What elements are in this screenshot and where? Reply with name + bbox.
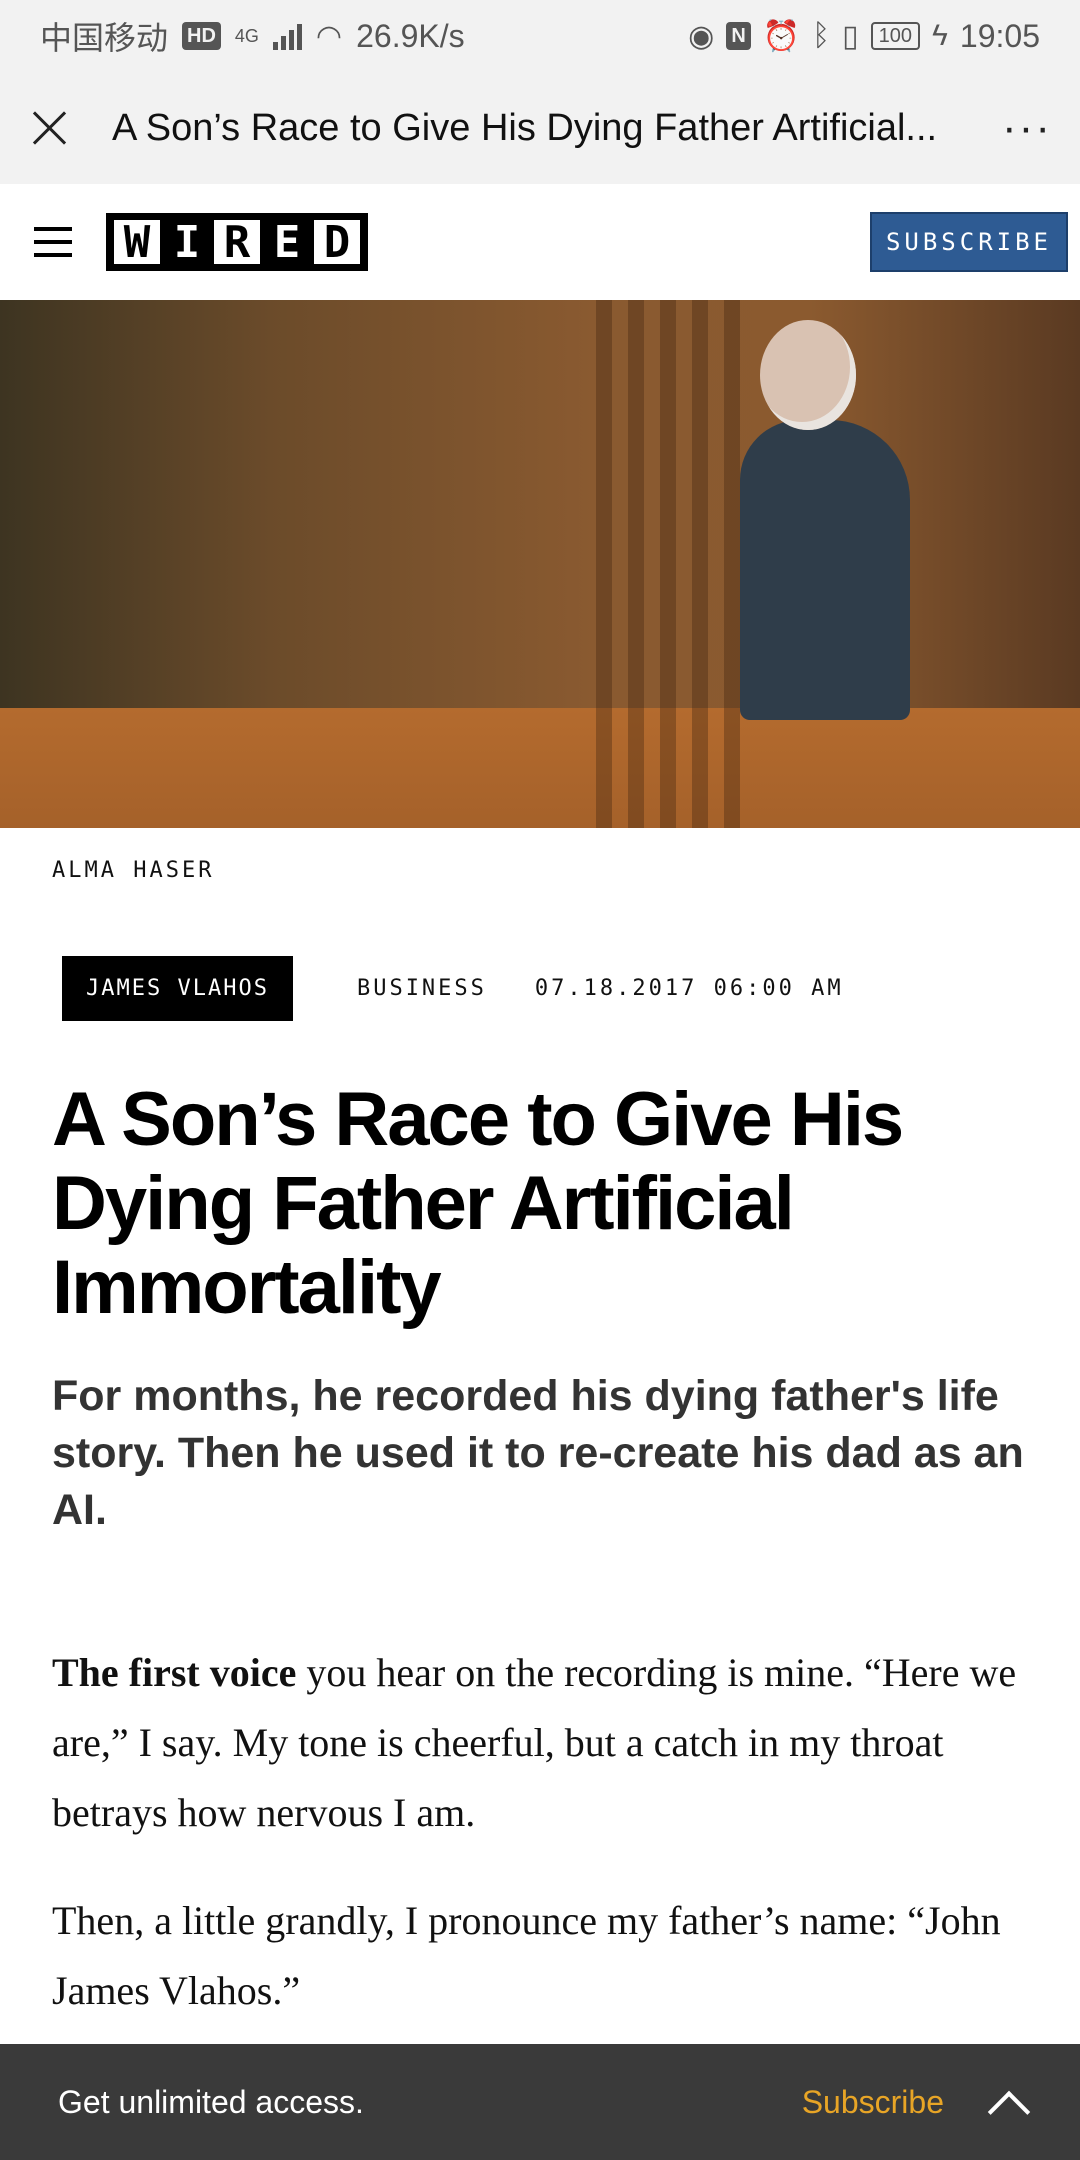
publish-date: 07.18.2017 06:00 AM bbox=[534, 976, 844, 1001]
wifi-icon: ◠ bbox=[315, 19, 343, 53]
status-bar: 中国移动 HD 4G ◠ 26.9K/s ◉ N ⏰ ᛒ ▯ 100 ϟ 19:… bbox=[0, 0, 1080, 72]
man-head bbox=[760, 320, 856, 430]
paywall-subscribe-link[interactable]: Subscribe bbox=[802, 2084, 944, 2121]
page-title: A Son’s Race to Give His Dying Father Ar… bbox=[112, 106, 938, 149]
logo-letter: W bbox=[114, 217, 160, 268]
vibrate-icon: ▯ bbox=[842, 19, 859, 53]
article-paragraph: Then, a little grandly, I pronounce my f… bbox=[52, 1898, 1001, 2013]
clock: 19:05 bbox=[959, 17, 1040, 54]
signal-icon bbox=[272, 22, 302, 50]
category-link[interactable]: BUSINESS bbox=[357, 976, 487, 1001]
chevron-up-icon[interactable] bbox=[988, 2085, 1022, 2119]
logo-letter: E bbox=[264, 217, 310, 268]
logo-letter: D bbox=[314, 217, 360, 268]
article-dek: For months, he recorded his dying father… bbox=[52, 1372, 1024, 1534]
nfc-icon: N bbox=[726, 22, 751, 50]
battery-icon: 100 bbox=[870, 22, 921, 50]
man-figure bbox=[740, 420, 910, 720]
hero-image bbox=[0, 300, 1080, 828]
site-header: W I R E D SUBSCRIBE bbox=[0, 184, 1080, 301]
logo-letter: R bbox=[214, 217, 260, 268]
photo-credit: ALMA HASER bbox=[52, 858, 215, 883]
article-headline: A Son’s Race to Give His Dying Father Ar… bbox=[52, 1077, 904, 1330]
paywall-bar: Get unlimited access. Subscribe bbox=[0, 2044, 1080, 2160]
carrier-name: 中国移动 bbox=[40, 20, 169, 56]
author-link[interactable]: JAMES VLAHOS bbox=[62, 956, 293, 1021]
paywall-message: Get unlimited access. bbox=[58, 2083, 364, 2120]
charging-icon: ϟ bbox=[932, 19, 948, 52]
network-speed: 26.9K/s bbox=[356, 17, 465, 54]
menu-icon[interactable] bbox=[34, 227, 72, 257]
hd-badge: HD bbox=[182, 22, 221, 50]
close-icon[interactable] bbox=[28, 106, 72, 150]
wired-logo[interactable]: W I R E D bbox=[106, 213, 368, 271]
more-options-icon[interactable]: ··· bbox=[1002, 106, 1052, 150]
bluetooth-icon: ᛒ bbox=[812, 19, 831, 52]
article-paragraph: The first voice you hear on the recordin… bbox=[52, 1638, 1042, 1848]
alarm-icon: ⏰ bbox=[762, 19, 801, 53]
eye-icon: ◉ bbox=[688, 19, 715, 53]
subscribe-button[interactable]: SUBSCRIBE bbox=[869, 212, 1068, 272]
paragraph-lead: The first voice bbox=[52, 1650, 297, 1695]
logo-letter: I bbox=[164, 217, 210, 268]
article-meta: JAMES VLAHOS BUSINESS 07.18.2017 06:00 A… bbox=[62, 956, 844, 1021]
network-type: 4G bbox=[234, 25, 259, 46]
browser-toolbar: A Son’s Race to Give His Dying Father Ar… bbox=[0, 72, 1080, 184]
